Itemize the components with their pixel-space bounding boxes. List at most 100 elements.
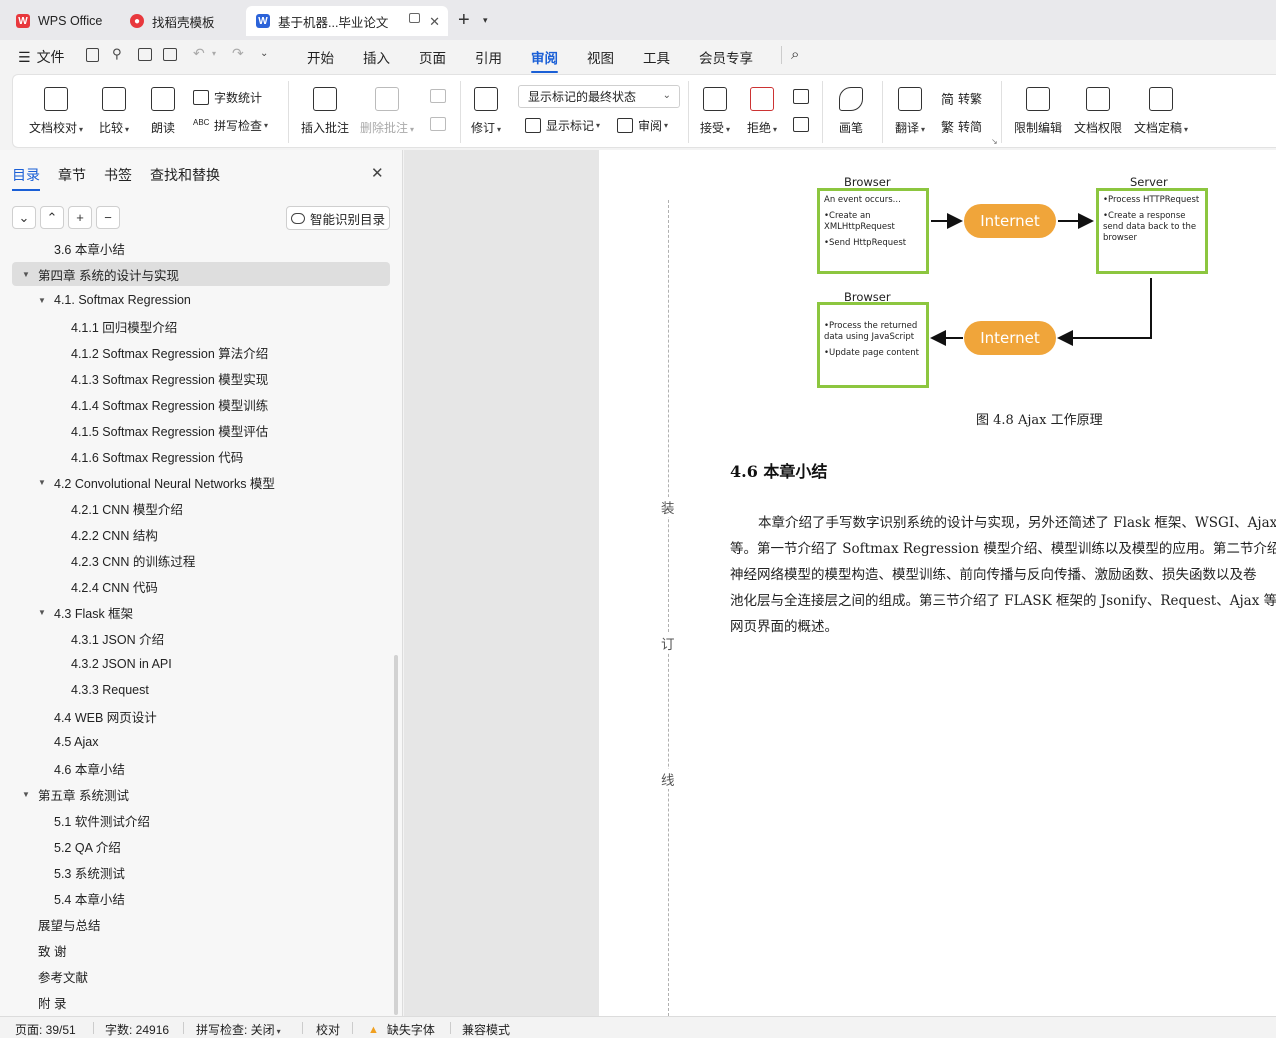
toc-item[interactable]: 4.1.4 Softmax Regression 模型训练 bbox=[12, 392, 390, 416]
reject-button[interactable]: 拒绝 ▾ bbox=[747, 87, 777, 136]
remove-heading-button[interactable]: − bbox=[96, 206, 120, 229]
page-indicator[interactable]: 页面: 39/51 bbox=[15, 1021, 76, 1038]
toc-item[interactable]: ▼ 第五章 系统测试 bbox=[12, 782, 390, 806]
toc-item[interactable]: ▼ 4.1. Softmax Regression bbox=[12, 288, 390, 312]
compare-button[interactable]: 比较 ▾ bbox=[99, 87, 129, 136]
spell-check-button[interactable]: ABC 拼写检查 ▾ bbox=[193, 117, 268, 134]
save-icon[interactable] bbox=[86, 48, 99, 62]
toc-item[interactable]: 附 录 bbox=[12, 990, 390, 1014]
show-markup-button[interactable]: 显示标记 ▾ bbox=[525, 117, 600, 134]
doc-finalize-button[interactable]: 文档定稿 ▾ bbox=[1134, 87, 1188, 136]
expand-triangle-icon[interactable]: ▼ bbox=[38, 478, 46, 487]
toc-item[interactable]: 5.2 QA 介绍 bbox=[12, 834, 390, 858]
expand-triangle-icon[interactable]: ▼ bbox=[22, 790, 30, 799]
toc-scrollbar[interactable] bbox=[394, 655, 398, 1015]
quick-access-more-icon[interactable]: ⌄ bbox=[260, 48, 268, 59]
toc-item[interactable]: 4.1.5 Softmax Regression 模型评估 bbox=[12, 418, 390, 442]
review-pane-button[interactable]: 审阅 ▾ bbox=[617, 117, 668, 134]
toc-item[interactable]: 4.3.1 JSON 介绍 bbox=[12, 626, 390, 650]
toc-item[interactable]: 展望与总结 bbox=[12, 912, 390, 936]
doc-proofread-button[interactable]: 文档校对 ▾ bbox=[29, 87, 83, 136]
doc-permission-button[interactable]: 文档权限 bbox=[1074, 87, 1122, 136]
close-icon[interactable]: ✕ bbox=[429, 14, 440, 30]
insert-comment-button[interactable]: 插入批注 bbox=[301, 87, 349, 136]
next-comment-icon[interactable] bbox=[430, 117, 446, 131]
toc-item[interactable]: 4.5 Ajax bbox=[12, 730, 390, 754]
toc-item[interactable]: 4.6 本章小结 bbox=[12, 756, 390, 780]
toc-item[interactable]: ▼ 第四章 系统的设计与实现 bbox=[12, 262, 390, 286]
to-traditional-button[interactable]: 简 转繁 bbox=[941, 89, 982, 108]
next-change-icon[interactable] bbox=[793, 117, 809, 132]
smart-toc-button[interactable]: 智能识别目录 bbox=[286, 206, 390, 230]
toc-item[interactable]: 5.3 系统测试 bbox=[12, 860, 390, 884]
menu-home[interactable]: 开始 bbox=[307, 47, 334, 67]
toc-item[interactable]: 4.1.6 Softmax Regression 代码 bbox=[12, 444, 390, 468]
word-count-button[interactable]: 字数统计 bbox=[193, 89, 262, 106]
toc-item[interactable]: 参考文献 bbox=[12, 964, 390, 988]
new-tab-plus-icon[interactable]: + bbox=[458, 9, 470, 32]
dialog-launcher-icon[interactable]: ↘ bbox=[991, 137, 998, 146]
close-icon[interactable]: ✕ bbox=[371, 164, 384, 182]
nav-tab-find-replace[interactable]: 查找和替换 bbox=[150, 165, 220, 185]
print-preview-icon[interactable] bbox=[163, 48, 177, 61]
menu-view[interactable]: 视图 bbox=[587, 47, 614, 67]
toc-item[interactable]: 4.4 WEB 网页设计 bbox=[12, 704, 390, 728]
toc-item[interactable]: 4.3.2 JSON in API bbox=[12, 652, 390, 676]
tab-docer-templates[interactable]: ● 找稻壳模板 bbox=[120, 6, 242, 36]
markup-state-select[interactable]: 显示标记的最终状态 ⌄ bbox=[518, 85, 680, 108]
nav-tab-toc[interactable]: 目录 bbox=[12, 165, 40, 191]
toc-item[interactable]: 4.1.3 Softmax Regression 模型实现 bbox=[12, 366, 390, 390]
toc-item[interactable]: 5.1 软件测试介绍 bbox=[12, 808, 390, 832]
pen-button[interactable]: 画笔 bbox=[839, 87, 863, 136]
word-count-indicator[interactable]: 字数: 24916 bbox=[105, 1021, 169, 1038]
menu-member[interactable]: 会员专享 bbox=[699, 47, 753, 67]
print-icon[interactable] bbox=[138, 48, 152, 61]
expand-triangle-icon[interactable]: ▼ bbox=[38, 296, 46, 305]
proofread-status[interactable]: 校对 bbox=[316, 1021, 340, 1038]
toc-item[interactable]: ▼ 4.3 Flask 框架 bbox=[12, 600, 390, 624]
toc-item[interactable]: 4.2.3 CNN 的训练过程 bbox=[12, 548, 390, 572]
chevron-down-icon[interactable]: ▾ bbox=[483, 15, 488, 26]
prev-change-icon[interactable] bbox=[793, 89, 809, 104]
missing-font-status[interactable]: ▲ 缺失字体 bbox=[368, 1021, 435, 1038]
toc-item[interactable]: 4.1.2 Softmax Regression 算法介绍 bbox=[12, 340, 390, 364]
toc-item[interactable]: 致 谢 bbox=[12, 938, 390, 962]
delete-comment-button[interactable]: 删除批注 ▾ bbox=[360, 87, 414, 136]
to-simplified-button[interactable]: 繁 转简 bbox=[941, 117, 982, 136]
nav-tab-chapters[interactable]: 章节 bbox=[58, 165, 86, 185]
add-heading-button[interactable]: + bbox=[68, 206, 92, 229]
file-menu[interactable]: ☰ 文件 bbox=[18, 47, 65, 67]
undo-dropdown-icon[interactable]: ▾ bbox=[212, 49, 216, 58]
collapse-up-button[interactable]: ⌃ bbox=[40, 206, 64, 229]
toc-item[interactable]: 4.2.1 CNN 模型介绍 bbox=[12, 496, 390, 520]
toc-item[interactable]: 4.2.2 CNN 结构 bbox=[12, 522, 390, 546]
toc-item[interactable]: 4.2.4 CNN 代码 bbox=[12, 574, 390, 598]
restrict-edit-button[interactable]: 限制编辑 bbox=[1014, 87, 1062, 136]
expand-down-button[interactable]: ⌄ bbox=[12, 206, 36, 229]
accept-button[interactable]: 接受 ▾ bbox=[700, 87, 730, 136]
search-icon[interactable]: ⌕ bbox=[791, 46, 799, 63]
menu-references[interactable]: 引用 bbox=[475, 47, 502, 67]
tab-wps-office[interactable]: W WPS Office bbox=[6, 6, 114, 36]
expand-triangle-icon[interactable]: ▼ bbox=[22, 270, 30, 279]
read-aloud-button[interactable]: 朗读 bbox=[151, 87, 175, 136]
prev-comment-icon[interactable] bbox=[430, 89, 446, 103]
expand-triangle-icon[interactable]: ▼ bbox=[38, 608, 46, 617]
translate-button[interactable]: 翻译 ▾ bbox=[895, 87, 925, 136]
tab-window-icon[interactable] bbox=[409, 13, 420, 23]
toc-item[interactable]: 5.4 本章小结 bbox=[12, 886, 390, 910]
toc-item[interactable]: 4.1.1 回归模型介绍 bbox=[12, 314, 390, 338]
nav-tab-bookmarks[interactable]: 书签 bbox=[104, 165, 132, 185]
revise-button[interactable]: 修订 ▾ bbox=[471, 87, 501, 136]
undo-icon[interactable]: ↶ bbox=[193, 45, 205, 62]
menu-page[interactable]: 页面 bbox=[419, 47, 446, 67]
menu-tools[interactable]: 工具 bbox=[643, 47, 670, 67]
toc-item[interactable]: 4.3.3 Request bbox=[12, 678, 390, 702]
toc-item[interactable]: ▼ 4.2 Convolutional Neural Networks 模型 bbox=[12, 470, 390, 494]
tab-thesis-document[interactable]: W 基于机器...毕业论文 ✕ bbox=[246, 6, 448, 36]
share-icon[interactable]: ⚲ bbox=[112, 46, 122, 62]
menu-review[interactable]: 审阅 bbox=[531, 47, 558, 73]
menu-insert[interactable]: 插入 bbox=[363, 47, 390, 67]
spell-check-status[interactable]: 拼写检查: 关闭 ▾ bbox=[196, 1021, 281, 1038]
toc-item[interactable]: 3.6 本章小结 bbox=[12, 238, 390, 260]
